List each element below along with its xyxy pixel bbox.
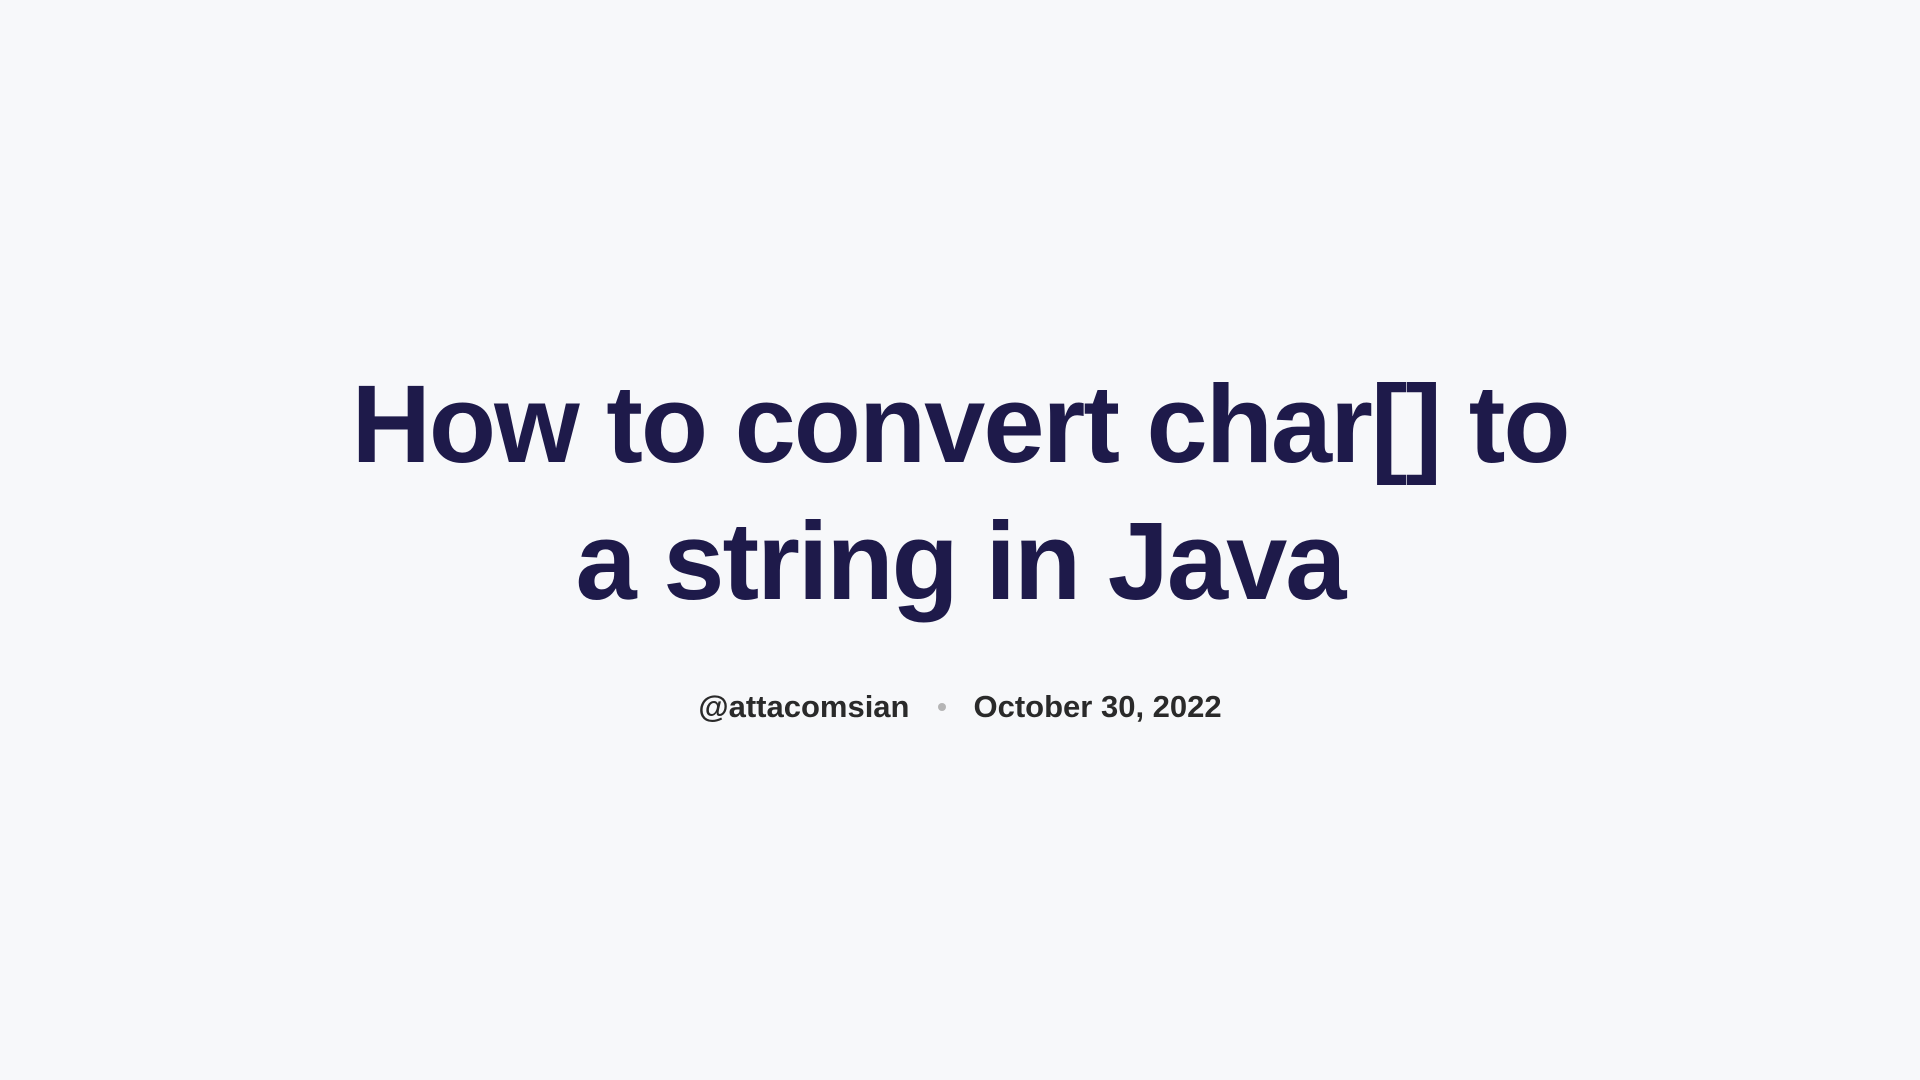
author-handle: @attacomsian	[698, 689, 909, 725]
article-meta: @attacomsian October 30, 2022	[698, 689, 1221, 725]
separator-dot	[938, 703, 946, 711]
publish-date: October 30, 2022	[974, 689, 1222, 725]
article-title: How to convert char[] to a string in Jav…	[320, 356, 1600, 631]
